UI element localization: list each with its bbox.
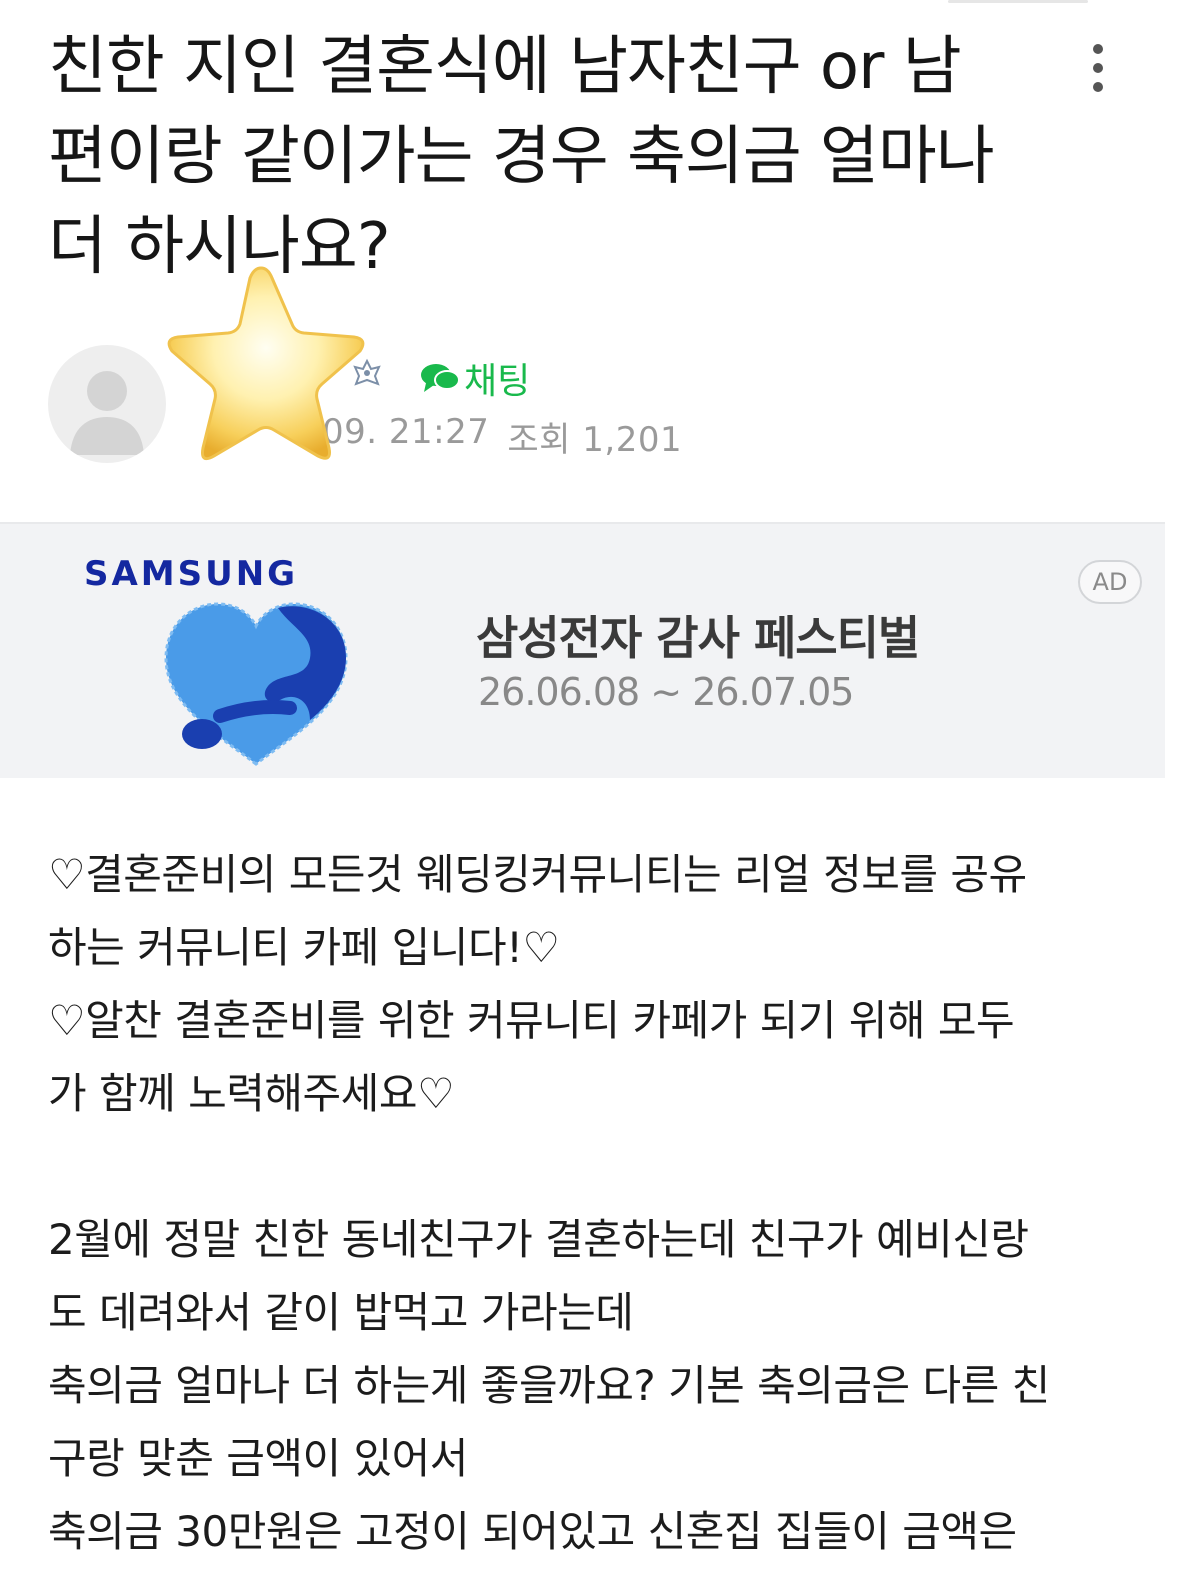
chat-button[interactable]: 채팅	[420, 352, 530, 404]
heart-puzzle-icon	[164, 602, 348, 766]
body-line: 2월에 정말 친한 동네친구가 결혼하는데 친구가 예비신랑	[48, 1215, 1029, 1264]
more-options-icon[interactable]	[1080, 38, 1116, 98]
chat-bubble-icon	[421, 364, 460, 392]
body-line: 도 데려와서 같이 밥먹고 가라는데	[48, 1288, 634, 1337]
star-sticker-icon	[167, 266, 365, 461]
body-line: 축의금 얼마나 더 하는게 좋을까요? 기본 축의금은 다른 친	[48, 1361, 1050, 1410]
body-line: 하는 커뮤니티 카페 입니다!♡	[48, 923, 560, 972]
ad-banner[interactable]: SAMSUNG 삼성전자 감사 페스티벌 26.06.08 ~ 26.07.05…	[0, 522, 1165, 778]
ad-title: 삼성전자 감사 페스티벌	[476, 611, 920, 665]
ad-brand-logo: SAMSUNG	[84, 554, 299, 594]
body-line: ♡결혼준비의 모든것 웨딩킹커뮤니티는 리얼 정보를 공유	[48, 850, 1027, 899]
post-title: 친한 지인 결혼식에 남자친구 or 남 편이랑 같이가는 경우 축의금 얼마나…	[48, 22, 1048, 292]
post-body: ♡결혼준비의 모든것 웨딩킹커뮤니티는 리얼 정보를 공유 하는 커뮤니티 카페…	[48, 838, 1148, 1568]
post-title-line: 친한 지인 결혼식에 남자친구 or 남	[48, 30, 962, 104]
view-count: 조회 1,201	[507, 420, 683, 460]
body-line: 가 함께 노력해주세요♡	[48, 1069, 455, 1118]
post-title-line: 편이랑 같이가는 경우 축의금 얼마나	[48, 120, 995, 194]
scroll-indicator	[948, 0, 1088, 3]
body-line: 구랑 맞춘 금액이 있어서	[48, 1434, 468, 1483]
ad-period: 26.06.08 ~ 26.07.05	[478, 670, 854, 714]
ad-badge[interactable]: AD	[1078, 560, 1142, 604]
body-line: 축의금 30만원은 고정이 되어있고 신혼집 집들이 금액은	[48, 1507, 1017, 1556]
chat-label: 채팅	[464, 361, 531, 402]
body-line: ♡알찬 결혼준비를 위한 커뮤니티 카페가 되기 위해 모두	[48, 996, 1015, 1045]
body-blank-line	[48, 1130, 1148, 1203]
